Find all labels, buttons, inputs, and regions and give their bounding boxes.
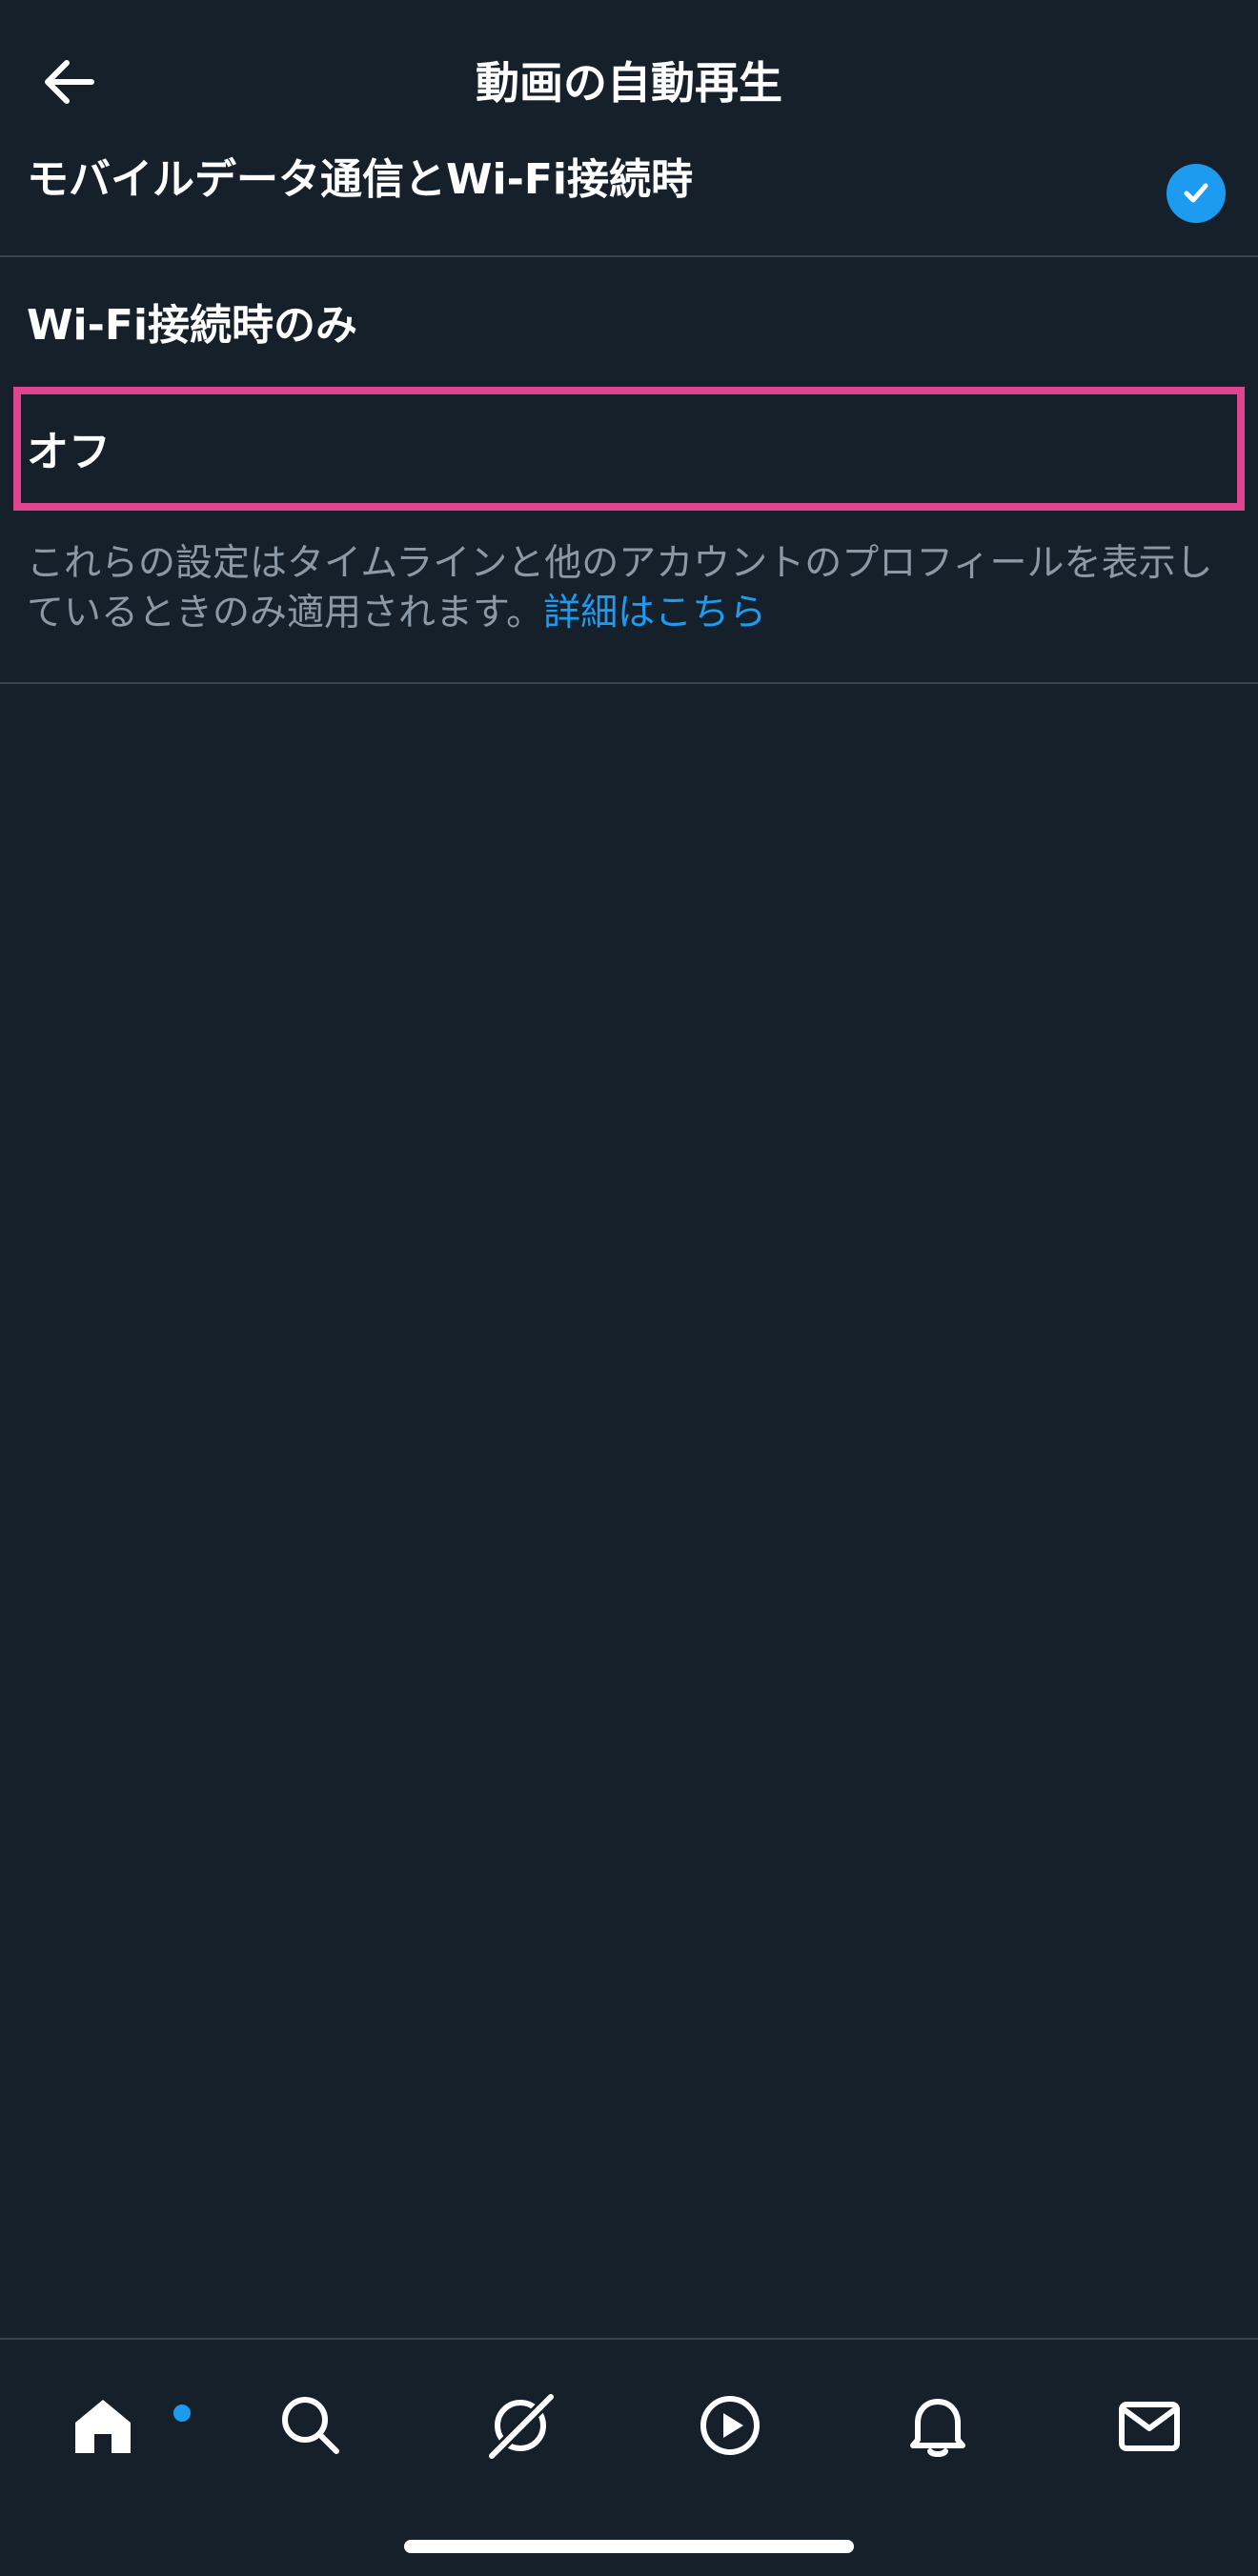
grok-icon (485, 2390, 557, 2462)
header: 動画の自動再生 (0, 0, 1258, 162)
home-icon (75, 2400, 131, 2453)
home-indicator (404, 2540, 854, 2553)
tab-search[interactable] (263, 2378, 358, 2473)
tab-home[interactable] (55, 2378, 191, 2473)
tab-messages[interactable] (1102, 2378, 1197, 2473)
learn-more-link[interactable]: 詳細はこちら (543, 592, 766, 634)
option-label: モバイルデータ通信とWi-Fi接続時 (27, 155, 694, 204)
option-label: Wi-Fi接続時のみ (27, 301, 358, 350)
option-off[interactable]: オフ (0, 385, 1258, 511)
settings-note: これらの設定はタイムラインと他のアカウントのプロフィールを表示しているときのみ適… (27, 539, 1231, 638)
tab-grok[interactable] (473, 2378, 568, 2473)
tab-notifications[interactable] (890, 2378, 985, 2473)
option-label: オフ (27, 428, 111, 476)
mail-icon (1119, 2402, 1180, 2451)
notification-dot (173, 2405, 191, 2422)
selected-check-icon (1167, 164, 1226, 223)
page-title: 動画の自動再生 (476, 57, 782, 109)
divider (0, 682, 1258, 684)
tab-video[interactable] (682, 2378, 778, 2473)
bell-icon (910, 2399, 965, 2457)
video-icon (700, 2396, 760, 2455)
option-mobile-and-wifi[interactable]: モバイルデータ通信とWi-Fi接続時 (0, 152, 1258, 257)
search-icon (282, 2397, 339, 2454)
option-wifi-only[interactable]: Wi-Fi接続時のみ (0, 259, 1258, 383)
